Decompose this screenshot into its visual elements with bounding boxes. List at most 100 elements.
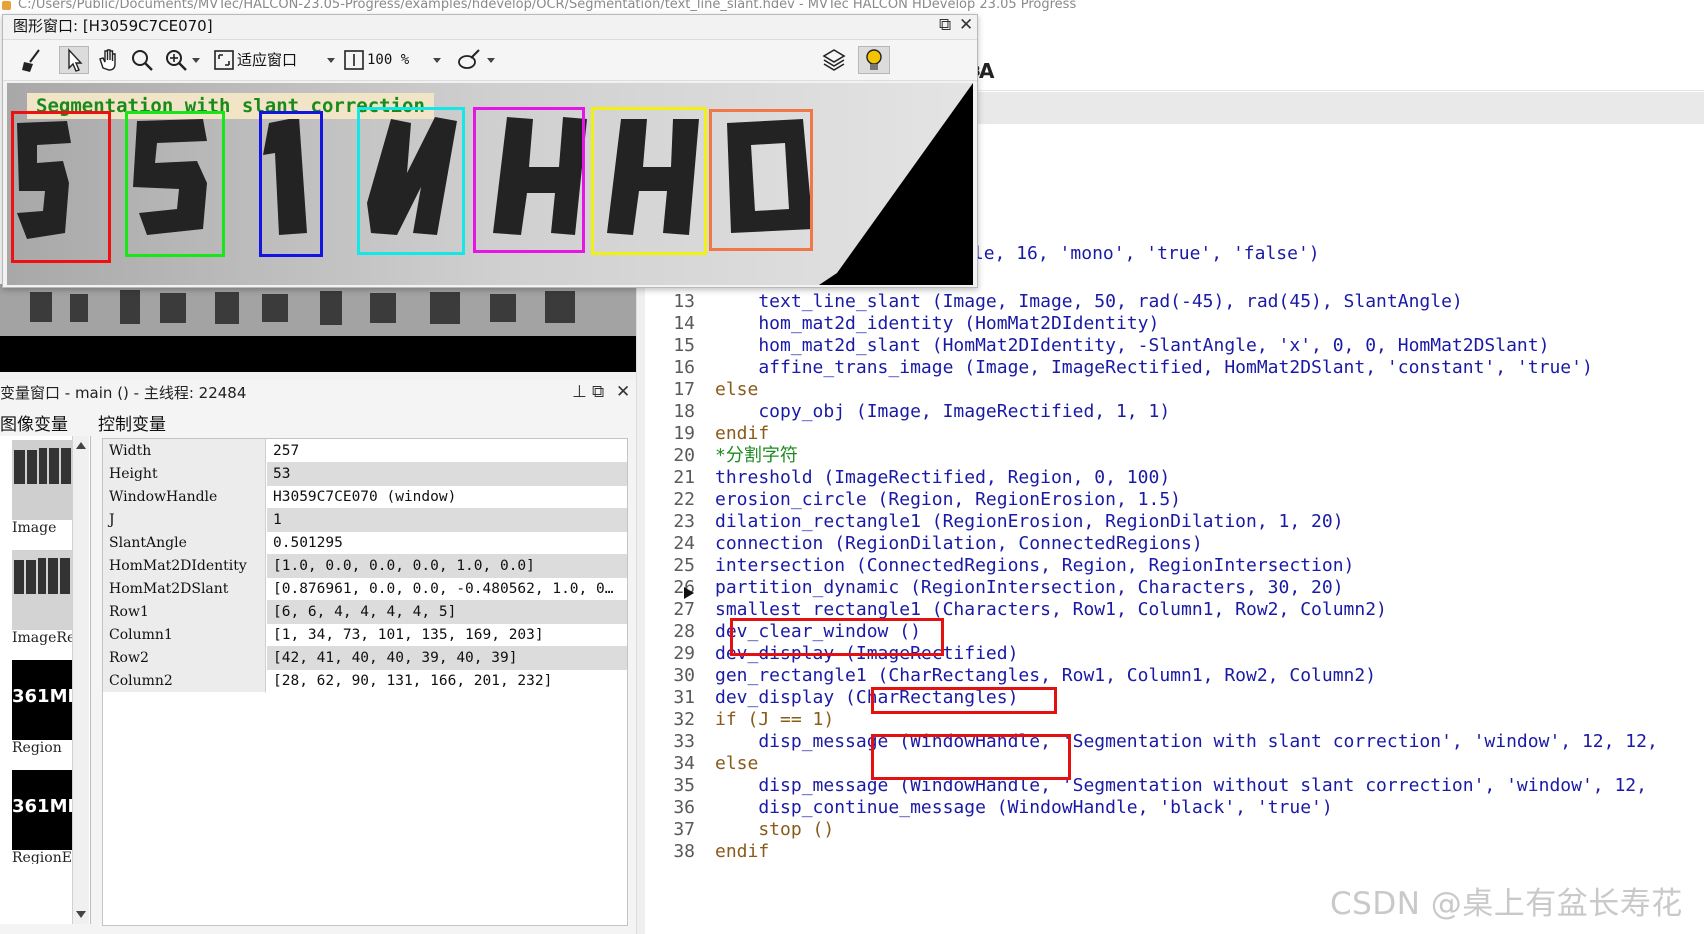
code-text: affine_trans_image (Image, ImageRectifie… — [715, 357, 1593, 378]
line-number: 34 — [673, 753, 695, 774]
scroll-down-icon[interactable] — [73, 906, 89, 922]
line-number: 18 — [673, 401, 695, 422]
line-number: 31 — [673, 687, 695, 708]
pointer-icon — [68, 48, 83, 72]
annotation-box-char-rectangles — [871, 734, 1071, 780]
variable-window: 变量窗口 - main () - 主线程: 22484 ⊥ ⧉ ✕ 图像变量 控… — [0, 380, 636, 934]
control-var-row[interactable]: Row2 [42, 41, 40, 40, 39, 40, 39] — [103, 646, 627, 671]
code-text: partition_dynamic (RegionIntersection, C… — [715, 577, 1344, 598]
control-var-name: WindowHandle — [103, 485, 266, 509]
control-var-name: Column2 — [103, 669, 266, 693]
scroll-up-icon[interactable] — [73, 438, 89, 454]
line-number: 14 — [673, 313, 695, 334]
vertical-splitter[interactable] — [636, 284, 645, 934]
thumbnail-region-erosion[interactable]: 361MN — [12, 770, 83, 850]
control-var-row[interactable]: Row1 [6, 6, 4, 4, 4, 4, 5] — [103, 600, 627, 625]
pin-icon[interactable]: ⊥ — [572, 384, 587, 401]
control-var-row[interactable]: HomMat2DSlant [0.876961, 0.0, 0.0, -0.480… — [103, 577, 627, 602]
control-var-value: [42, 41, 40, 40, 39, 40, 39] — [267, 646, 627, 670]
control-var-row[interactable]: Column1 [1, 34, 73, 101, 135, 169, 203] — [103, 623, 627, 648]
line-number: 19 — [673, 423, 695, 444]
iconic-list-scrollbar[interactable] — [72, 436, 89, 924]
chevron-down-icon[interactable] — [190, 46, 202, 74]
zoom-in-icon[interactable] — [163, 46, 189, 74]
editor-tab-strip — [900, 92, 1704, 125]
graphics-window-titlebar[interactable]: 图形窗口: [H3059C7CE070] ⧉ ✕ — [3, 15, 977, 37]
control-var-row[interactable]: Column2 [28, 62, 90, 131, 166, 201, 232] — [103, 669, 627, 694]
code-text: intersection (ConnectedRegions, Region, … — [715, 555, 1355, 576]
svg-text:361MN: 361MN — [12, 796, 72, 817]
line-number: 13 — [673, 291, 695, 312]
chevron-down-icon[interactable] — [485, 46, 497, 74]
graphics-canvas[interactable]: Segmentation with slant correction — [7, 83, 973, 285]
chevron-down-icon[interactable] — [325, 46, 337, 74]
fit-window-label[interactable]: 适应窗口 — [237, 46, 297, 74]
control-var-value: [1, 34, 73, 101, 135, 169, 203] — [273, 627, 544, 643]
control-var-row[interactable]: SlantAngle 0.501295 — [103, 531, 627, 556]
line-number: 35 — [673, 775, 695, 796]
thumbnail-image-rectified[interactable] — [12, 550, 72, 630]
watermark: CSDN @桌上有盆长寿花 — [1330, 886, 1683, 922]
control-var-row[interactable]: HomMat2DIdentity [1.0, 0.0, 0.0, 0.0, 1.0… — [103, 554, 627, 579]
control-var-row[interactable]: Width 257 — [103, 439, 627, 464]
code-text: text_line_slant (Image, Image, 50, rad(-… — [715, 291, 1463, 312]
thumbnail-region[interactable]: 361MN — [12, 660, 83, 740]
control-var-value: [1.0, 0.0, 0.0, 0.0, 1.0, 0.0] — [267, 554, 627, 578]
zoom-level-value[interactable]: 100 % — [367, 46, 409, 74]
tab-control-variables[interactable]: 控制变量 — [98, 410, 166, 435]
control-var-name: HomMat2DIdentity — [103, 554, 266, 578]
svg-text:361MN: 361MN — [12, 686, 72, 707]
control-var-value: [28, 62, 90, 131, 166, 201, 232] — [273, 673, 553, 689]
control-var-name: Height — [103, 462, 266, 486]
fit-window-icon[interactable] — [213, 46, 235, 74]
thumbnail-image[interactable] — [12, 440, 72, 520]
graphics-window[interactable]: 图形窗口: [H3059C7CE070] ⧉ ✕ 适应窗口 100 % Segm… — [2, 14, 978, 288]
control-var-name: Row2 — [103, 646, 266, 670]
pointer-tool-button[interactable] — [59, 46, 89, 74]
line-number: 21 — [673, 467, 695, 488]
char-bounding-box — [125, 111, 225, 257]
float-window-icon[interactable]: ⧉ — [592, 384, 604, 401]
control-variable-table[interactable]: Width 257 Height 53 WindowHandle H3059C7CE070… — [102, 438, 628, 926]
code-text: hom_mat2d_slant (HomMat2DIdentity, -Slan… — [715, 335, 1550, 356]
zoom-level-icon[interactable] — [343, 46, 365, 74]
control-var-row[interactable]: J1 — [103, 508, 627, 533]
tab-iconic-variables[interactable]: 图像变量 — [0, 410, 68, 435]
control-var-value: 0.501295 — [273, 535, 343, 551]
char-bounding-box — [11, 111, 111, 263]
clear-broom-icon[interactable] — [19, 46, 45, 74]
magnifier-icon[interactable] — [129, 46, 155, 74]
control-var-value: [6, 6, 4, 4, 4, 4, 5] — [267, 600, 627, 624]
code-text: disp_message (WindowHandle, 'Segmentatio… — [715, 731, 1658, 752]
graphics-toolbar: 适应窗口 100 % — [3, 39, 977, 81]
app-icon — [2, 1, 11, 10]
line-number: 32 — [673, 709, 695, 730]
control-var-row[interactable]: Height 53 — [103, 462, 627, 487]
control-var-value: 1 — [267, 508, 627, 532]
line-number: 37 — [673, 819, 695, 840]
background-image-texture — [0, 284, 636, 336]
line-number: 27 — [673, 599, 695, 620]
float-window-icon[interactable]: ⧉ — [939, 17, 951, 34]
graphics-window-title: 图形窗口: [H3059C7CE070] — [13, 17, 213, 35]
line-number: 36 — [673, 797, 695, 818]
code-text: else — [715, 379, 759, 400]
draw-tool-icon[interactable] — [455, 46, 483, 74]
lightbulb-toggle-button[interactable] — [858, 46, 890, 74]
control-var-name: Width — [103, 439, 266, 463]
variable-window-title: 变量窗口 - main () - 主线程: 22484 — [0, 384, 247, 402]
pan-hand-icon[interactable] — [95, 46, 121, 74]
variable-tabs: 图像变量 控制变量 — [0, 410, 636, 435]
code-text: *分割字符 — [715, 445, 798, 466]
close-icon[interactable]: ✕ — [959, 17, 973, 34]
close-icon[interactable]: ✕ — [616, 384, 630, 401]
control-var-row[interactable]: WindowHandle H3059C7CE070 (window) — [103, 485, 627, 510]
horizontal-splitter[interactable] — [0, 372, 636, 380]
char-bounding-box — [259, 111, 323, 257]
code-text: stop () — [715, 819, 835, 840]
code-text: endif — [715, 841, 770, 862]
layers-icon[interactable] — [821, 46, 847, 74]
chevron-down-icon[interactable] — [431, 46, 443, 74]
control-var-name: Column1 — [103, 623, 266, 647]
line-number: 23 — [673, 511, 695, 532]
